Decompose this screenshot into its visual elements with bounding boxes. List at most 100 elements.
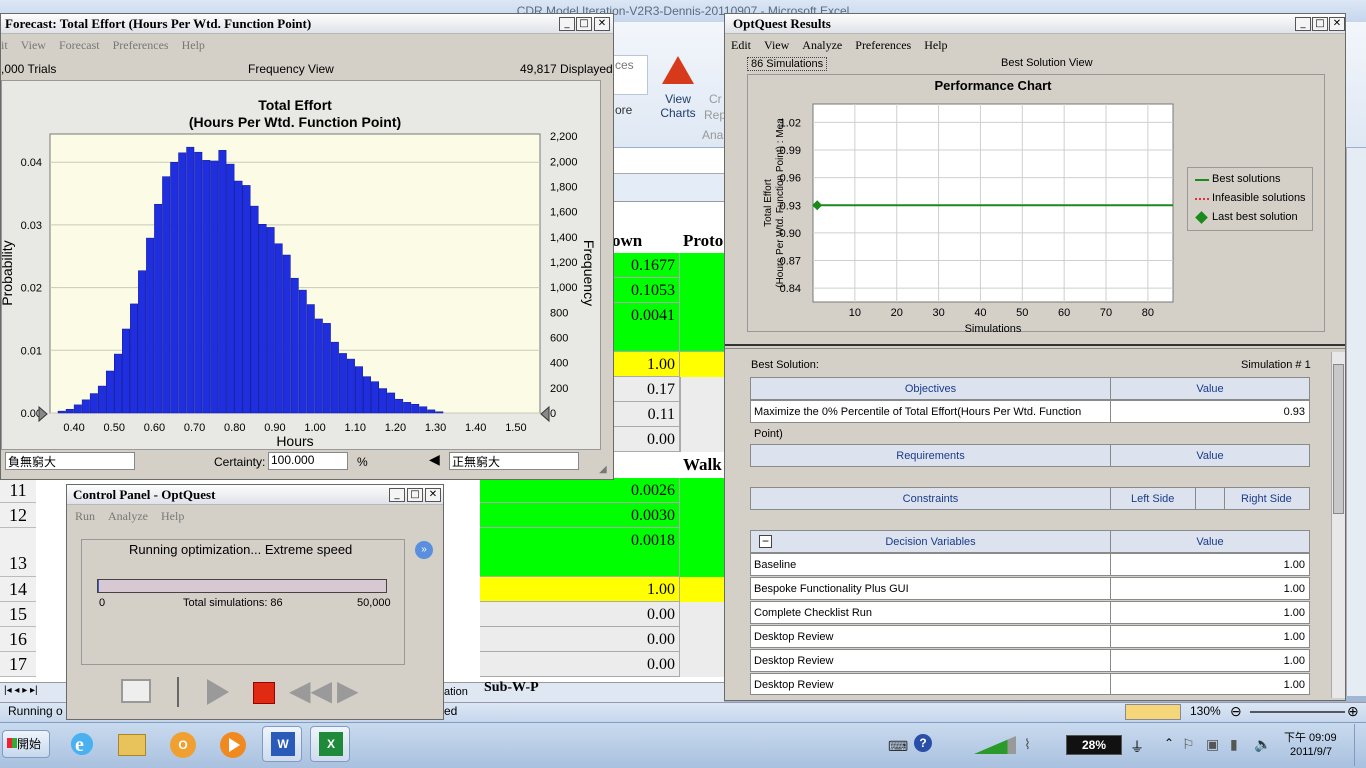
minimize-button[interactable]: _ <box>389 488 405 502</box>
decision-row[interactable]: Bespoke Functionality Plus GUI 1.00 <box>750 577 1310 600</box>
maximize-button[interactable]: □ <box>1312 17 1328 31</box>
cell-value[interactable]: 0.11 <box>612 402 680 427</box>
volume-icon[interactable]: 🔈 <box>1254 736 1271 753</box>
view-charts-button[interactable]: View Charts <box>650 52 706 127</box>
x-axis-label: Hours <box>276 433 313 449</box>
collapse-icon[interactable]: − <box>759 535 772 548</box>
row-number[interactable]: 12 <box>0 503 36 528</box>
start-button[interactable]: 開始 <box>2 730 50 758</box>
power-plug-icon[interactable]: ⏚ <box>1130 737 1144 757</box>
expand-icon[interactable]: » <box>415 541 433 559</box>
cell-value[interactable]: 0.0030 <box>480 503 680 528</box>
decision-row[interactable]: Complete Checklist Run 1.00 <box>750 601 1310 624</box>
view-buttons[interactable] <box>1125 704 1181 720</box>
zoom-slider[interactable] <box>1250 711 1345 713</box>
resize-grip-icon[interactable]: ◢ <box>599 464 607 475</box>
signal-icon[interactable]: ▮ <box>1230 736 1238 753</box>
menu-view[interactable]: View <box>764 38 789 52</box>
zoom-level[interactable]: 130% <box>1190 704 1221 718</box>
cell-value[interactable]: 0.00 <box>480 627 680 652</box>
left-bound-field[interactable]: 負無窮大 <box>5 452 135 470</box>
sheet-tab[interactable]: ation <box>444 686 468 698</box>
menu-edit[interactable]: Edit <box>731 38 751 52</box>
maximize-button[interactable]: □ <box>407 488 423 502</box>
menu-run[interactable]: Run <box>75 509 95 523</box>
excel-icon[interactable]: X <box>310 726 350 762</box>
outlook-icon[interactable]: O <box>162 726 202 762</box>
play-icon[interactable] <box>207 679 229 705</box>
right-bound-field[interactable]: 正無窮大 <box>449 452 579 470</box>
battery-indicator[interactable]: 28% <box>1066 735 1122 755</box>
minimize-button[interactable]: _ <box>559 17 575 31</box>
sheet-nav-arrows[interactable]: |◂ ◂ ▸ ▸| <box>4 685 38 696</box>
close-button[interactable]: ✕ <box>594 17 610 31</box>
cell-value[interactable]: 0.0018 <box>480 528 680 577</box>
zoom-out-icon[interactable]: ⊖ <box>1230 703 1242 720</box>
menu-preferences[interactable]: Preferences <box>113 38 169 52</box>
results-scrollbar[interactable] <box>1331 352 1345 698</box>
cell-value[interactable]: 1.00 <box>612 352 680 377</box>
scroll-thumb[interactable] <box>1333 364 1344 514</box>
cell-value[interactable]: 0.1053 <box>612 278 680 303</box>
word-icon[interactable]: W <box>262 726 302 762</box>
cell-value[interactable]: 1.00 <box>480 577 680 602</box>
cell-value[interactable]: 0.00 <box>480 602 680 627</box>
menu-help[interactable]: Help <box>924 38 947 52</box>
cell-value[interactable]: 0.0041 <box>612 303 680 352</box>
decision-row[interactable]: Desktop Review 1.00 <box>750 673 1310 695</box>
row-number[interactable]: 15 <box>0 602 36 627</box>
slider-left-icon[interactable]: ◀ <box>429 451 440 468</box>
show-hidden-icons[interactable]: ⌃ <box>1164 736 1174 750</box>
sheet-tab-2[interactable]: Sub-W-P <box>484 680 539 696</box>
close-button[interactable]: ✕ <box>1329 17 1345 31</box>
stop-icon[interactable] <box>253 682 275 704</box>
excel-right-scroll[interactable] <box>1346 148 1366 696</box>
objective-row[interactable]: Maximize the 0% Percentile of Total Effo… <box>750 400 1310 440</box>
menu-forecast[interactable]: Forecast <box>59 38 100 52</box>
cell-value[interactable]: 0.00 <box>480 652 680 677</box>
row-number[interactable]: 14 <box>0 577 36 602</box>
decision-row[interactable]: Baseline 1.00 <box>750 553 1310 576</box>
certainty-field[interactable]: 100.000 <box>268 452 348 470</box>
maximize-button[interactable]: □ <box>576 17 592 31</box>
row-number[interactable]: 13 <box>0 528 36 577</box>
decision-row[interactable]: Desktop Review 1.00 <box>750 649 1310 672</box>
cell-value[interactable]: 0.00 <box>612 427 680 452</box>
report-icon[interactable] <box>121 679 151 703</box>
minimize-button[interactable]: _ <box>1295 17 1311 31</box>
keyboard-icon[interactable]: ⌨ <box>888 738 908 755</box>
show-desktop-button[interactable] <box>1354 724 1366 766</box>
close-button[interactable]: ✕ <box>425 488 441 502</box>
network-icon[interactable]: ▣ <box>1206 736 1219 753</box>
menu-edit[interactable]: it <box>1 38 8 52</box>
step-icon[interactable]: ▶ <box>337 677 359 705</box>
zoom-in-icon[interactable]: ⊕ <box>1347 703 1359 720</box>
rewind-icon[interactable]: ◀◀ <box>289 677 332 705</box>
menu-analyze[interactable]: Analyze <box>108 509 148 523</box>
left-grabber-icon <box>38 405 48 423</box>
ie-icon[interactable]: e <box>62 726 102 762</box>
row-number[interactable]: 17 <box>0 652 36 677</box>
menu-help[interactable]: Help <box>161 509 184 523</box>
row-number[interactable]: 16 <box>0 627 36 652</box>
clock-time[interactable]: 下午 09:09 <box>1284 729 1337 745</box>
folder-icon[interactable] <box>112 726 152 762</box>
row-number[interactable]: 11 <box>0 478 36 503</box>
cell-value[interactable]: 0.1677 <box>612 253 680 278</box>
help-icon[interactable]: ? <box>914 734 932 752</box>
simulations-tab[interactable]: 86 Simulations <box>747 57 828 71</box>
decision-value: 1.00 <box>1283 631 1305 643</box>
menu-preferences[interactable]: Preferences <box>855 38 911 52</box>
splitter[interactable] <box>725 344 1345 349</box>
clock-date[interactable]: 2011/9/7 <box>1290 746 1332 758</box>
cell-value[interactable]: 0.17 <box>612 377 680 402</box>
menu-analyze[interactable]: Analyze <box>802 38 842 52</box>
menu-help[interactable]: Help <box>182 38 205 52</box>
wifi-icon[interactable]: ⌇ <box>1024 736 1031 753</box>
flag-icon[interactable]: ⚐ <box>1182 736 1195 753</box>
media-player-icon[interactable] <box>212 726 252 762</box>
menu-view[interactable]: View <box>21 38 46 52</box>
formula-bar[interactable] <box>612 148 724 174</box>
decision-row[interactable]: Desktop Review 1.00 <box>750 625 1310 648</box>
cell-value[interactable]: 0.0026 <box>480 478 680 503</box>
